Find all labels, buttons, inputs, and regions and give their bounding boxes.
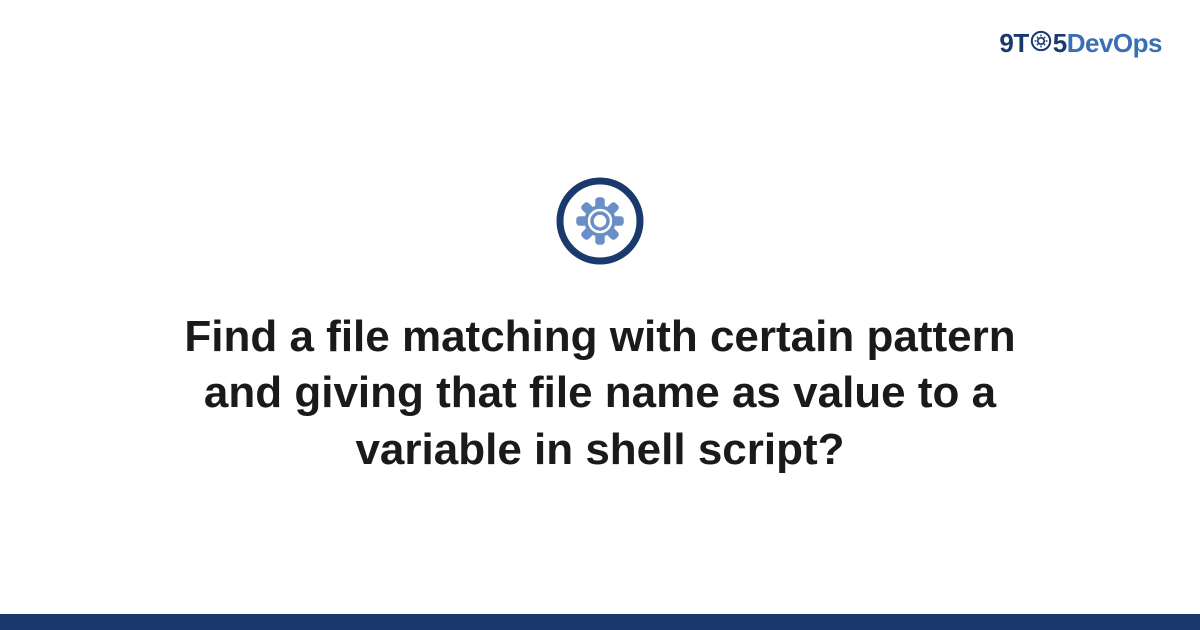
page-title: Find a file matching with certain patter… bbox=[140, 309, 1060, 478]
footer-bar bbox=[0, 614, 1200, 630]
gear-icon bbox=[555, 176, 645, 271]
main-content: Find a file matching with certain patter… bbox=[0, 0, 1200, 614]
